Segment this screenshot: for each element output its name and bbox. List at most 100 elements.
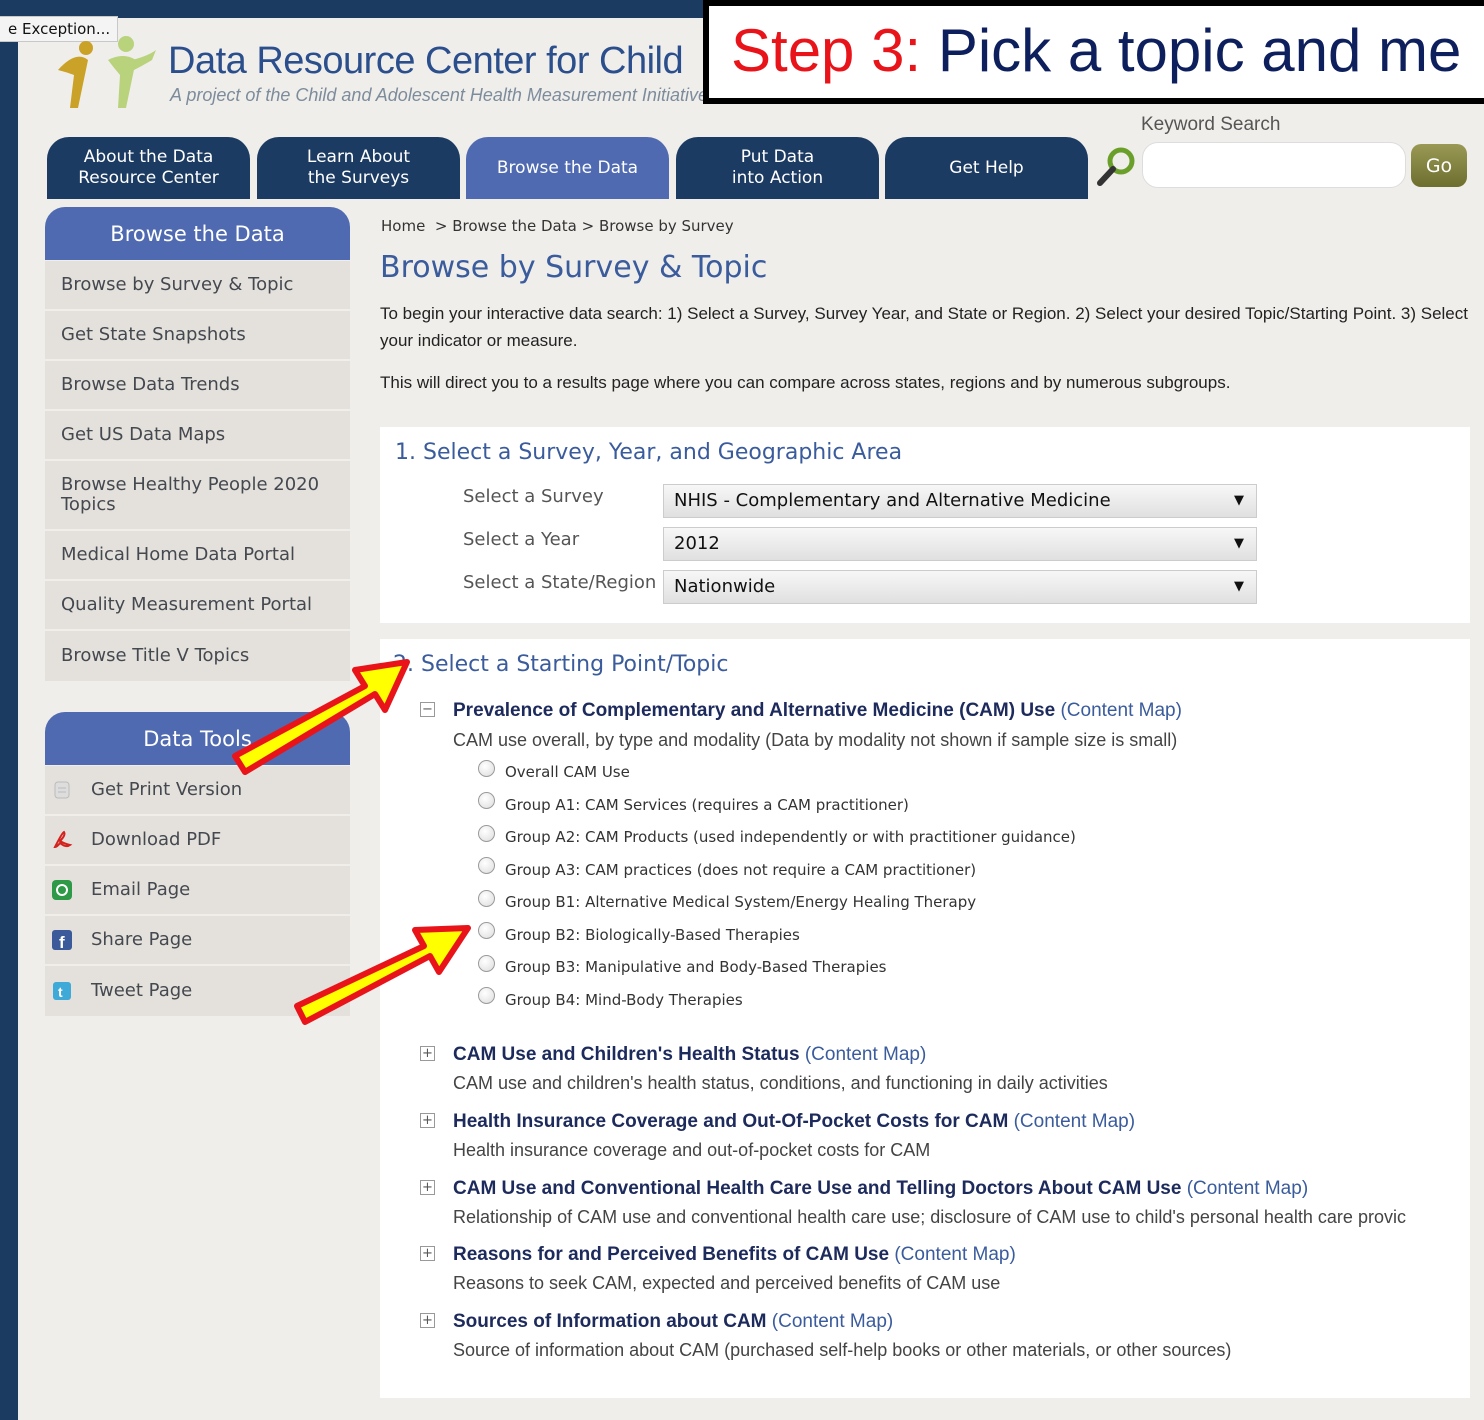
expand-toggle-icon[interactable]: + — [420, 1046, 435, 1061]
content-map-link[interactable]: (Content Map) — [1014, 1111, 1135, 1132]
nav-tab-line: Get Help — [949, 157, 1024, 178]
state-select[interactable]: Nationwide ▼ — [663, 570, 1257, 604]
radio-option[interactable] — [478, 825, 495, 842]
topic-title[interactable]: Sources of Information about CAM (Conten… — [453, 1311, 893, 1333]
expand-toggle-icon[interactable]: + — [420, 1313, 435, 1328]
radio-option-label[interactable]: Group B2: Biologically-Based Therapies — [505, 926, 800, 944]
radio-option[interactable] — [478, 857, 495, 874]
radio-option-label[interactable]: Group B3: Manipulative and Body-Based Th… — [505, 958, 886, 976]
tool-label: Share Page — [91, 929, 193, 950]
nav-tab-line: Browse the Data — [496, 157, 639, 178]
dropdown-arrow-icon: ▼ — [1234, 579, 1244, 594]
callout-text: Step 3: Pick a topic and me — [731, 16, 1461, 85]
topic-description: CAM use overall, by type and modality (D… — [453, 730, 1178, 750]
sidebar-item-data-trends[interactable]: Browse Data Trends — [45, 361, 350, 409]
expand-toggle-icon[interactable]: + — [420, 1246, 435, 1261]
sidebar-item-state-snapshots[interactable]: Get State Snapshots — [45, 311, 350, 359]
nav-tab-about[interactable]: About the Data Resource Center — [47, 137, 250, 199]
breadcrumb-browse[interactable]: Browse the Data — [452, 217, 577, 235]
radio-option-label[interactable]: Group B4: Mind-Body Therapies — [505, 991, 743, 1009]
sidebar-item-browse-survey[interactable]: Browse by Survey & Topic — [45, 261, 350, 309]
content-map-link[interactable]: (Content Map) — [1060, 700, 1181, 721]
topic-title-text: Health Insurance Coverage and Out-Of-Poc… — [453, 1111, 1009, 1132]
dropdown-arrow-icon: ▼ — [1234, 493, 1244, 508]
radio-option-label[interactable]: Group A1: CAM Services (requires a CAM p… — [505, 796, 909, 814]
site-title[interactable]: Data Resource Center for Child — [168, 40, 684, 83]
expand-toggle-icon[interactable]: + — [420, 1113, 435, 1128]
survey-label: Select a Survey — [463, 486, 604, 507]
breadcrumb-separator: > — [581, 217, 595, 235]
year-select[interactable]: 2012 ▼ — [663, 527, 1257, 561]
pdf-icon — [53, 830, 73, 849]
nav-tab-line: into Action — [731, 168, 824, 188]
content-map-link[interactable]: (Content Map) — [894, 1244, 1015, 1265]
topic-title[interactable]: Prevalence of Complementary and Alternat… — [453, 700, 1182, 722]
year-select-value: 2012 — [674, 533, 720, 554]
sidebar-item-quality-measurement[interactable]: Quality Measurement Portal — [45, 581, 350, 629]
search-icon[interactable] — [1094, 144, 1138, 188]
site-subtitle: A project of the Child and Adolescent He… — [170, 85, 708, 105]
sidebar-item-us-maps[interactable]: Get US Data Maps — [45, 411, 350, 459]
topic-title[interactable]: Health Insurance Coverage and Out-Of-Poc… — [453, 1111, 1135, 1133]
nav-tab-line: Put Data — [740, 147, 815, 167]
annotation-arrow-icon — [294, 925, 471, 1025]
topic-title-text: CAM Use and Conventional Health Care Use… — [453, 1178, 1182, 1199]
content-map-link[interactable]: (Content Map) — [805, 1044, 926, 1065]
topic-title[interactable]: CAM Use and Children's Health Status (Co… — [453, 1044, 926, 1066]
twitter-icon: t — [53, 982, 71, 1000]
nav-tab-line: Learn About — [306, 147, 411, 167]
nav-tab-learn[interactable]: Learn About the Surveys — [257, 137, 460, 199]
expand-toggle-icon[interactable]: + — [420, 1180, 435, 1195]
radio-option-label[interactable]: Group A3: CAM practices (does not requir… — [505, 861, 976, 879]
nav-tab-browse[interactable]: Browse the Data — [466, 137, 669, 199]
nav-tab-help[interactable]: Get Help — [885, 137, 1088, 199]
breadcrumb-separator: > — [434, 217, 448, 235]
nav-tab-line: the Surveys — [307, 168, 410, 188]
content-map-link[interactable]: (Content Map) — [772, 1311, 893, 1332]
keyword-search-input[interactable] — [1142, 142, 1406, 188]
breadcrumb-current: Browse by Survey — [598, 217, 734, 235]
svg-text:f: f — [59, 933, 65, 951]
topic-description: Reasons to seek CAM, expected and percei… — [453, 1273, 1001, 1293]
survey-select[interactable]: NHIS - Complementary and Alternative Med… — [663, 484, 1257, 518]
radio-option-label[interactable]: Group B1: Alternative Medical System/Ene… — [505, 893, 976, 911]
callout-step: Step 3: — [731, 17, 922, 84]
tool-label: Get Print Version — [91, 779, 243, 800]
content-map-link[interactable]: (Content Map) — [1187, 1178, 1308, 1199]
svg-text:t: t — [58, 984, 63, 1000]
topic-description: Source of information about CAM (purchas… — [453, 1340, 1232, 1360]
topic-title-text: Sources of Information about CAM — [453, 1311, 767, 1332]
breadcrumb: Home > Browse the Data > Browse by Surve… — [381, 217, 734, 235]
radio-option[interactable] — [478, 792, 495, 809]
topic-description: Relationship of CAM use and conventional… — [453, 1207, 1406, 1227]
callout-instruction: Pick a topic and me — [937, 17, 1462, 84]
tool-email[interactable]: Email Page — [45, 866, 350, 914]
annotation-arrow-icon — [232, 659, 410, 775]
print-icon — [54, 781, 70, 799]
logo-figures-icon — [58, 36, 156, 108]
topic-title[interactable]: Reasons for and Perceived Benefits of CA… — [453, 1244, 1016, 1266]
go-button[interactable]: Go — [1411, 144, 1467, 187]
sidebar-item-healthy-people[interactable]: Browse Healthy People 2020 Topics — [45, 461, 350, 529]
tool-pdf[interactable]: Download PDF — [45, 816, 350, 864]
tool-label: Tweet Page — [91, 980, 193, 1001]
year-label: Select a Year — [463, 529, 580, 550]
state-label: Select a State/Region — [463, 572, 657, 593]
nav-tab-action[interactable]: Put Data into Action — [676, 137, 879, 199]
breadcrumb-home[interactable]: Home — [381, 217, 425, 235]
sidebar-item-medical-home[interactable]: Medical Home Data Portal — [45, 531, 350, 579]
section-2-title: 2. Select a Starting Point/Topic — [393, 652, 729, 677]
state-select-value: Nationwide — [674, 576, 776, 597]
topic-title-text: Reasons for and Perceived Benefits of CA… — [453, 1244, 890, 1265]
radio-option[interactable] — [478, 890, 495, 907]
tool-label: Download PDF — [91, 829, 222, 850]
topic-title-text: CAM Use and Children's Health Status — [453, 1044, 800, 1065]
nav-tab-line: About the Data — [83, 147, 214, 167]
radio-option-label[interactable]: Group A2: CAM Products (used independent… — [505, 828, 1076, 846]
topic-title-text: Prevalence of Complementary and Alternat… — [453, 700, 1056, 721]
intro-text-2: This will direct you to a results page w… — [380, 373, 1231, 392]
radio-option[interactable] — [478, 760, 495, 777]
radio-option-label[interactable]: Overall CAM Use — [505, 763, 630, 781]
topic-title[interactable]: CAM Use and Conventional Health Care Use… — [453, 1178, 1308, 1200]
dropdown-arrow-icon: ▼ — [1234, 536, 1244, 551]
